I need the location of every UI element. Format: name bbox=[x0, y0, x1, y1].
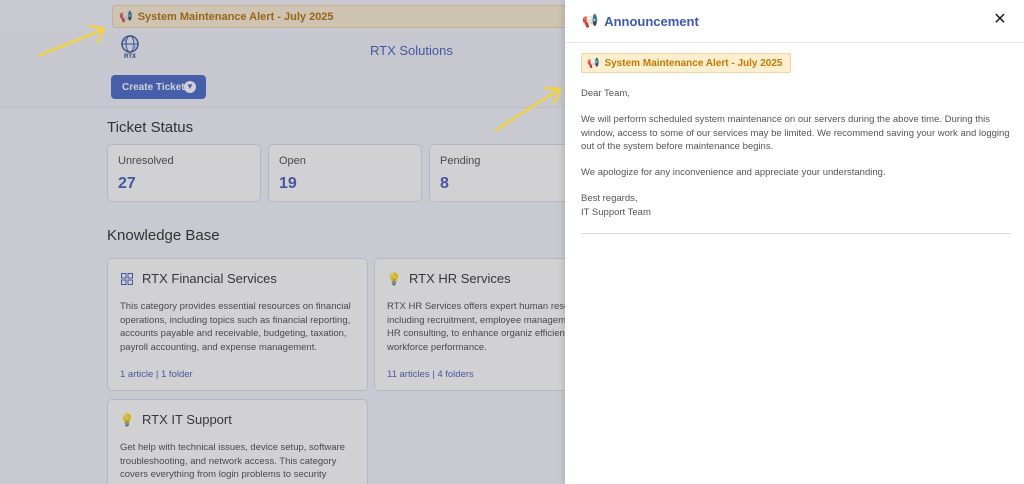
announcement-body: Dear Team, We will perform scheduled sys… bbox=[581, 87, 1011, 219]
announcement-drawer: 📢 Announcement ✕ 📢 System Maintenance Al… bbox=[565, 0, 1024, 484]
greeting: Dear Team, bbox=[581, 88, 630, 99]
drawer-header: 📢 Announcement ✕ bbox=[565, 0, 1024, 43]
drawer-title: Announcement bbox=[604, 13, 699, 29]
body-paragraph: We will perform scheduled system mainten… bbox=[581, 114, 1010, 152]
body-paragraph: We apologize for any inconvenience and a… bbox=[581, 167, 886, 179]
divider bbox=[581, 233, 1011, 234]
drawer-alert-badge: 📢 System Maintenance Alert - July 2025 bbox=[581, 53, 791, 73]
signoff: Best regards, bbox=[581, 193, 638, 205]
annotation-arrow-icon bbox=[494, 86, 562, 132]
megaphone-icon: 📢 bbox=[587, 57, 600, 69]
signoff-team: IT Support Team bbox=[581, 206, 651, 218]
annotation-arrow-icon bbox=[38, 24, 106, 57]
megaphone-icon: 📢 bbox=[582, 13, 599, 28]
drawer-alert-text: System Maintenance Alert - July 2025 bbox=[604, 57, 783, 69]
close-icon[interactable]: ✕ bbox=[992, 12, 1008, 28]
